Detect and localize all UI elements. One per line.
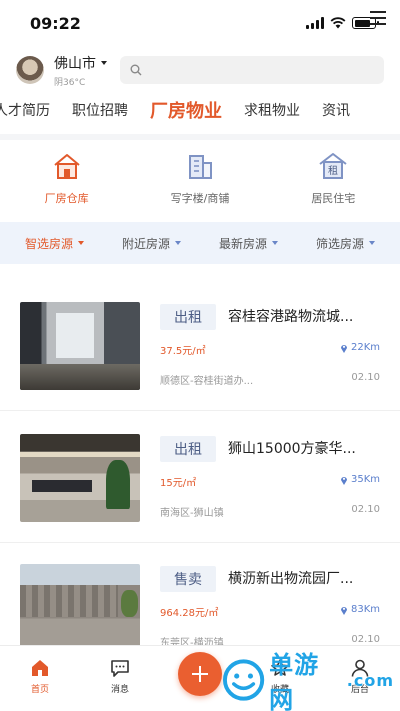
location-pin-icon <box>340 476 347 485</box>
property-photo <box>20 434 140 522</box>
category-label: 写字楼/商铺 <box>170 192 230 205</box>
publish-button[interactable] <box>178 652 222 696</box>
category-row: 厂房仓库 写字楼/商铺 租 居民住宅 <box>0 140 400 220</box>
filter-bar: 智选房源 附近房源 最新房源 筛选房源 <box>0 222 400 264</box>
status-bar: 09:22 <box>0 0 400 46</box>
category-residential[interactable]: 租 居民住宅 <box>267 140 400 220</box>
channel-factory-property[interactable]: 厂房物业 <box>150 97 222 123</box>
status-time: 09:22 <box>30 13 81 33</box>
office-building-icon <box>188 155 212 179</box>
city-name: 佛山市 <box>54 55 96 72</box>
listing-title: 横沥新出物流园厂... <box>228 571 354 587</box>
rent-house-icon: 租 <box>319 153 347 179</box>
message-icon <box>111 660 129 677</box>
home-icon <box>32 660 48 676</box>
listing-area: 南海区-狮山镇 <box>160 508 224 519</box>
category-factory[interactable]: 厂房仓库 <box>0 140 133 220</box>
listing-area: 顺德区-容桂街道办... <box>160 376 254 387</box>
distance-value: 83Km <box>350 604 380 615</box>
watermark-suffix: .com <box>346 670 394 690</box>
factory-icon <box>54 154 80 179</box>
listing-distance: 35Km <box>340 474 380 485</box>
listing-title: 狮山15000方豪华... <box>228 441 356 457</box>
status-icons <box>306 17 379 29</box>
menu-icon[interactable] <box>370 11 386 25</box>
divider <box>0 410 400 411</box>
listing-price: 15元/㎡ <box>160 478 197 489</box>
listing-date: 02.10 <box>351 504 380 515</box>
listing-distance: 22Km <box>340 342 380 353</box>
watermark: 单游网 .com <box>222 651 394 711</box>
tab-label: 首页 <box>30 685 49 695</box>
location-pin-icon <box>340 344 347 353</box>
distance-value: 22Km <box>350 342 380 353</box>
city-selector[interactable]: 佛山市 阴36°C <box>54 53 110 88</box>
category-label: 居民住宅 <box>311 192 356 205</box>
header: 佛山市 阴36°C <box>0 50 400 90</box>
listing-type-badge: 出租 <box>160 304 216 330</box>
weather-text: 阴36°C <box>54 77 86 88</box>
category-label: 厂房仓库 <box>44 192 89 205</box>
listing-distance: 83Km <box>340 604 380 615</box>
search-icon <box>130 64 142 76</box>
divider <box>0 542 400 543</box>
listing-type-badge: 售卖 <box>160 566 216 592</box>
channel-jobs[interactable]: 职位招聘 <box>72 100 128 120</box>
filter-label: 附近房源 <box>121 236 170 251</box>
chevron-down-icon <box>175 241 181 245</box>
channel-resume[interactable]: 人才简历 <box>0 100 50 120</box>
list-item[interactable]: 出租 容桂容港路物流城... 37.5元/㎡ 22Km 顺德区-容桂街道办...… <box>0 296 400 416</box>
watermark-text: 单游网 <box>269 651 320 711</box>
rent-badge: 租 <box>328 164 338 177</box>
channel-news[interactable]: 资讯 <box>322 100 350 120</box>
avatar[interactable] <box>16 56 44 84</box>
listing-title: 容桂容港路物流城... <box>228 309 354 325</box>
filter-advanced[interactable]: 筛选房源 <box>316 235 375 252</box>
wifi-icon <box>330 17 346 29</box>
filter-nearby[interactable]: 附近房源 <box>122 235 181 252</box>
list-item[interactable]: 出租 狮山15000方豪华... 15元/㎡ 35Km 南海区-狮山镇 02.1… <box>0 428 400 548</box>
distance-value: 35Km <box>350 474 380 485</box>
filter-latest[interactable]: 最新房源 <box>219 235 278 252</box>
tab-messages[interactable]: 消息 <box>80 646 160 711</box>
listing-type-badge: 出租 <box>160 436 216 462</box>
property-photo <box>20 302 140 390</box>
search-input[interactable] <box>120 56 384 84</box>
listing-price: 37.5元/㎡ <box>160 346 206 357</box>
tab-home[interactable]: 首页 <box>0 646 80 711</box>
property-photo <box>20 564 140 652</box>
filter-smart[interactable]: 智选房源 <box>25 235 84 252</box>
chevron-down-icon <box>78 241 84 245</box>
listing-date: 02.10 <box>351 372 380 383</box>
chevron-down-icon <box>101 60 107 65</box>
filter-label: 筛选房源 <box>315 236 364 251</box>
filter-label: 智选房源 <box>24 236 73 251</box>
category-office[interactable]: 写字楼/商铺 <box>133 140 266 220</box>
chevron-down-icon <box>272 241 278 245</box>
listing-price: 964.28元/㎡ <box>160 608 219 619</box>
channel-nav: 人才简历 职位招聘 厂房物业 求租物业 资讯 <box>0 92 400 128</box>
signal-icon <box>306 17 324 29</box>
location-pin-icon <box>340 606 347 615</box>
listing-date: 02.10 <box>351 634 380 645</box>
chevron-down-icon <box>369 241 375 245</box>
tab-label: 消息 <box>110 685 129 695</box>
channel-wanted-property[interactable]: 求租物业 <box>244 100 300 120</box>
plus-icon <box>192 666 208 682</box>
filter-label: 最新房源 <box>218 236 267 251</box>
watermark-logo-icon <box>222 659 265 701</box>
